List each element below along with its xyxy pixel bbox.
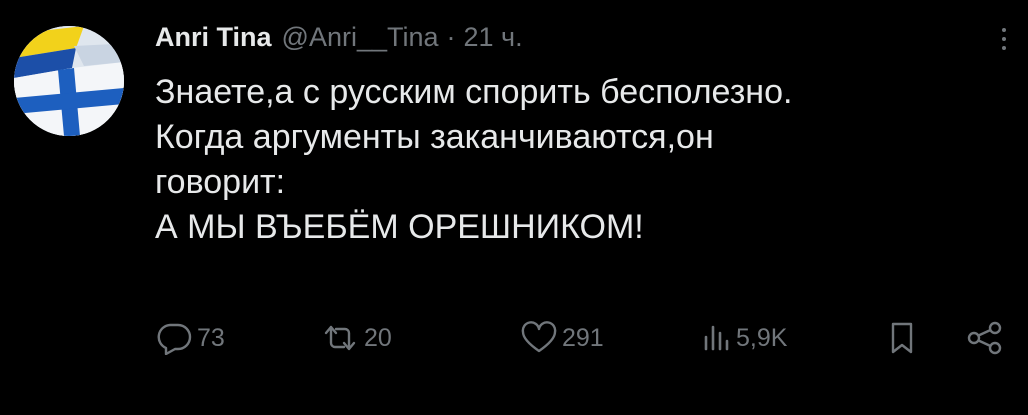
like-count: 291	[562, 323, 604, 352]
tweet-text-line: Когда аргументы заканчиваются,он	[155, 118, 714, 156]
share-button[interactable]	[965, 318, 1009, 358]
tweet-text-line: Знаете,а с русским спорить бесполезно.	[155, 73, 793, 111]
reply-count: 73	[197, 323, 225, 352]
tweet-timestamp[interactable]: 21 ч.	[464, 22, 523, 53]
tweet-text-line: А МЫ ВЪЕБЁМ ОРЕШНИКОМ!	[155, 208, 644, 246]
header-separator: ·	[446, 22, 456, 52]
retweet-button[interactable]: 20	[320, 318, 392, 358]
avatar[interactable]	[14, 26, 124, 136]
tweet-card[interactable]: Anri Tina @Anri__Tina · 21 ч. Знаете,а с…	[0, 0, 1028, 415]
share-icon	[967, 321, 1002, 355]
views-button[interactable]: 5,9K	[700, 318, 787, 358]
reply-icon	[157, 323, 192, 355]
tweet-text-line: говорит:	[155, 163, 286, 201]
author-name[interactable]: Anri Tina	[155, 22, 272, 53]
heart-icon	[521, 321, 557, 353]
tweet-header: Anri Tina @Anri__Tina · 21 ч.	[155, 22, 523, 54]
action-bar: 73 20 291 5,9K	[155, 318, 1015, 358]
bookmark-icon	[891, 322, 913, 354]
retweet-count: 20	[364, 323, 392, 352]
tweet-text: Знаете,а с русским спорить бесполезно. К…	[155, 70, 995, 250]
views-icon	[704, 325, 729, 351]
author-handle[interactable]: @Anri__Tina	[282, 22, 439, 53]
views-count: 5,9K	[736, 323, 788, 352]
like-button[interactable]: 291	[520, 318, 604, 358]
more-options-icon[interactable]	[992, 22, 1016, 56]
reply-button[interactable]: 73	[155, 318, 225, 358]
flag-avatar-image	[14, 26, 124, 136]
retweet-icon	[324, 325, 356, 351]
bookmark-button[interactable]	[885, 318, 923, 358]
